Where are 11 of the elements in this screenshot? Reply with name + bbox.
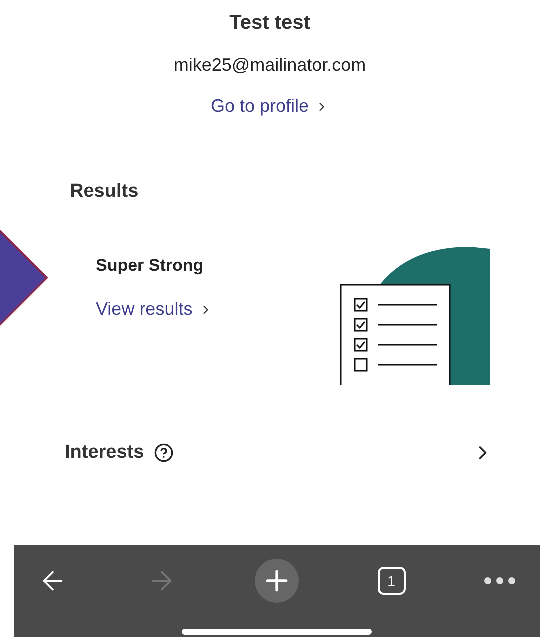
section-heading: Results <box>70 180 139 204</box>
help-icon[interactable] <box>154 442 174 463</box>
user-email: mike25@mailinator.com <box>174 54 366 77</box>
more-icon[interactable] <box>484 577 516 585</box>
new-tab-button[interactable] <box>255 559 299 603</box>
result-title: Super Strong <box>96 254 205 277</box>
tab-count-button[interactable]: 1 <box>378 567 406 595</box>
interests-label: Interests <box>65 440 144 464</box>
view-results-link[interactable]: View results <box>96 296 213 323</box>
user-name: Test test <box>230 11 310 36</box>
profile-link[interactable]: Go to profile <box>210 93 330 120</box>
